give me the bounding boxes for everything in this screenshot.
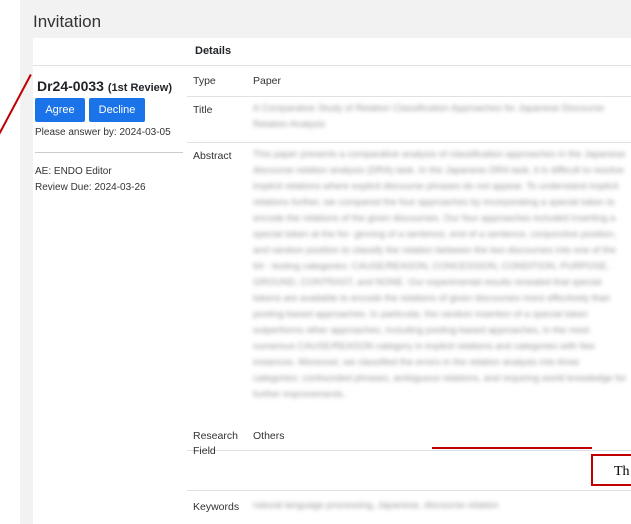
keywords-value: natural language processing, Japanese, d… bbox=[253, 500, 499, 511]
manuscript-number: Dr24-0033 bbox=[37, 78, 104, 94]
answer-deadline: Please answer by: 2024-03-05 bbox=[35, 127, 171, 138]
invitation-table: Details Dr24-0033 (1st Review) Agree Dec… bbox=[33, 38, 631, 524]
research-field-value: Others bbox=[253, 430, 285, 442]
manuscript-id: Dr24-0033 (1st Review) bbox=[37, 78, 172, 94]
decline-button[interactable]: Decline bbox=[89, 98, 145, 122]
review-round: (1st Review) bbox=[107, 82, 173, 94]
abstract-value: This paper presents a comparative analys… bbox=[253, 149, 627, 400]
row-divider bbox=[187, 96, 631, 97]
abstract-label: Abstract bbox=[193, 150, 232, 162]
table-header-row: Details bbox=[33, 38, 631, 66]
review-due-date: Review Due: 2024-03-26 bbox=[35, 182, 146, 193]
associate-editor: AE: ENDO Editor bbox=[35, 166, 112, 177]
details-column-header: Details bbox=[195, 45, 232, 57]
row-divider bbox=[187, 142, 631, 143]
row-divider bbox=[187, 450, 631, 451]
title-value: A Comparative Study of Relation Classifi… bbox=[253, 103, 605, 130]
title-label: Title bbox=[193, 104, 213, 116]
page-title: Invitation bbox=[33, 12, 102, 31]
keywords-label: Keywords bbox=[193, 501, 240, 513]
annotation-callout: Th bbox=[591, 454, 631, 486]
panel-divider bbox=[35, 152, 183, 153]
agree-button[interactable]: Agree bbox=[35, 98, 85, 122]
type-value: Paper bbox=[253, 75, 282, 87]
research-field-label: Research Field bbox=[193, 430, 238, 457]
row-divider bbox=[187, 490, 631, 491]
annotation-pointer-right bbox=[432, 447, 592, 449]
type-label: Type bbox=[193, 75, 216, 87]
